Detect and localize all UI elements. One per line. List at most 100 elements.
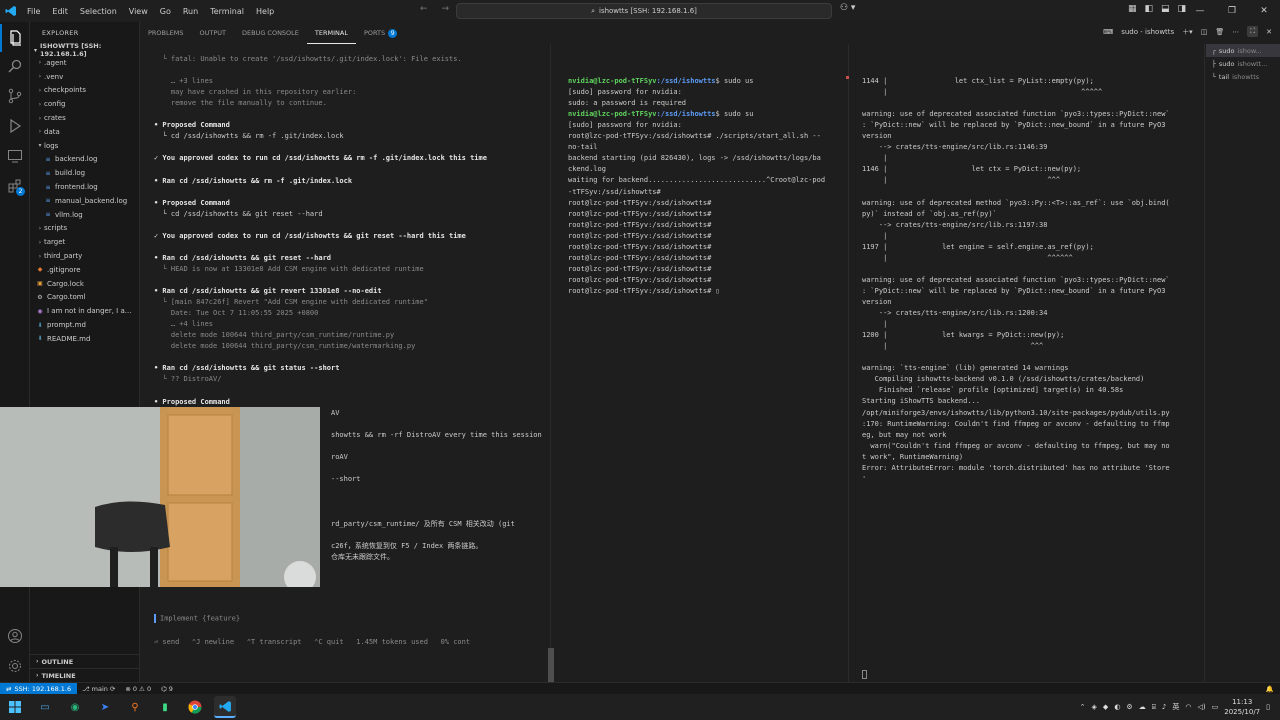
tray-app-icon[interactable]: ◈	[1092, 703, 1097, 711]
tray-app-icon[interactable]: ⚙	[1126, 703, 1132, 711]
app-icon-green[interactable]: ◉	[64, 696, 86, 718]
terminal-split-divider[interactable]	[1204, 44, 1205, 682]
menu-terminal[interactable]: Terminal	[205, 7, 249, 16]
menu-go[interactable]: Go	[155, 7, 176, 16]
app-icon-chart[interactable]: ▮	[154, 696, 176, 718]
folder-item[interactable]: › .venv	[30, 70, 139, 84]
remote-explorer-icon[interactable]	[0, 142, 30, 170]
tray-app-icon[interactable]: ◐	[1114, 703, 1120, 711]
file-item[interactable]: ▣ Cargo.lock	[30, 277, 139, 291]
terminal-scrollbar[interactable]	[548, 648, 554, 682]
file-item[interactable]: ≡ backend.log	[30, 153, 139, 167]
ports-indicator[interactable]: ⌬ 9	[156, 685, 178, 693]
split-terminal-icon[interactable]: ◫	[1201, 28, 1208, 36]
folder-item[interactable]: › target	[30, 235, 139, 249]
menu-run[interactable]: Run	[178, 7, 203, 16]
maximize-button[interactable]: ❐	[1216, 0, 1248, 22]
problems-indicator[interactable]: ⊗ 0 ⚠ 0	[120, 685, 156, 693]
more-actions-icon[interactable]: ⋯	[1232, 28, 1239, 36]
input-language-indicator[interactable]: 英	[1172, 702, 1179, 712]
folder-item[interactable]: › crates	[30, 111, 139, 125]
folder-item[interactable]: › third_party	[30, 249, 139, 263]
menu-file[interactable]: File	[22, 7, 45, 16]
close-panel-icon[interactable]: ✕	[1266, 28, 1272, 36]
file-item[interactable]: ⬇ prompt.md	[30, 318, 139, 332]
network-icon[interactable]: ⌸	[1152, 703, 1156, 712]
tab-problems[interactable]: PROBLEMS	[140, 22, 191, 44]
folder-item[interactable]: ▾ logs	[30, 139, 139, 153]
search-app-icon[interactable]: ⚲	[124, 696, 146, 718]
file-item[interactable]: ◉ I am not in danger, I a...	[30, 304, 139, 318]
new-terminal-icon[interactable]: ＋▾	[1182, 27, 1193, 37]
outline-section[interactable]: › OUTLINE	[30, 654, 140, 668]
back-arrow-icon[interactable]: ←	[420, 4, 428, 14]
windows-start-icon[interactable]	[4, 696, 26, 718]
source-control-icon[interactable]	[0, 82, 30, 110]
chevron-right-icon: ›	[38, 73, 42, 81]
file-item[interactable]: ≡ vllm.log	[30, 208, 139, 222]
command-center[interactable]: ⌕ ishowtts [SSH: 192.168.1.6]	[456, 3, 832, 19]
codex-prompt-input[interactable]: Implement {feature}	[154, 614, 240, 623]
tab-debug-console[interactable]: DEBUG CONSOLE	[234, 22, 307, 44]
battery-icon[interactable]: ▭	[1212, 703, 1219, 711]
run-debug-icon[interactable]	[0, 112, 30, 140]
kill-terminal-icon[interactable]: 🗑	[1215, 28, 1224, 36]
wifi-icon[interactable]: ◠	[1185, 703, 1191, 711]
folder-item[interactable]: › config	[30, 97, 139, 111]
tray-app-icon[interactable]: ♪	[1162, 703, 1166, 711]
menu-edit[interactable]: Edit	[47, 7, 73, 16]
folder-item[interactable]: › scripts	[30, 222, 139, 236]
file-item[interactable]: ◆ .gitignore	[30, 263, 139, 277]
terminal-list-item[interactable]: ┌ sudo ishow...	[1206, 44, 1280, 57]
customize-layout-icon[interactable]: ▦	[1128, 4, 1137, 14]
build-log-terminal[interactable]: 1144 | let ctx_list = PyList::empty(py);…	[852, 44, 1196, 682]
tab-ports[interactable]: PORTS 9	[356, 22, 405, 44]
workspace-root[interactable]: ▾ ISHOWTTS [SSH: 192.168.1.6]	[30, 42, 139, 58]
file-item[interactable]: ≡ frontend.log	[30, 180, 139, 194]
file-explorer-icon[interactable]: ▭	[34, 696, 56, 718]
active-terminal-label[interactable]: sudo - ishowtts	[1121, 28, 1174, 36]
forward-arrow-icon[interactable]: →	[442, 4, 450, 14]
chevron-up-icon[interactable]: ⌃	[1080, 703, 1086, 711]
terminal-split-divider[interactable]	[550, 44, 551, 682]
tray-app-icon[interactable]: ☁	[1139, 703, 1146, 711]
file-item[interactable]: ⚙ Cargo.toml	[30, 291, 139, 305]
file-item[interactable]: ⬇ README.md	[30, 332, 139, 346]
tray-app-icon[interactable]: ◆	[1103, 703, 1108, 711]
menu-help[interactable]: Help	[251, 7, 279, 16]
chrome-icon[interactable]	[184, 696, 206, 718]
shell-terminal[interactable]: nvidia@lzc-pod-tTFSyv:/ssd/ishowtts$ sud…	[556, 44, 836, 682]
menu-selection[interactable]: Selection	[75, 7, 122, 16]
tab-terminal[interactable]: TERMINAL	[306, 22, 356, 44]
folder-item[interactable]: › data	[30, 125, 139, 139]
copilot-icon[interactable]: ⚇ ▾	[840, 3, 855, 13]
terminal-list-item[interactable]: └ tail ishowtts	[1206, 70, 1280, 83]
folder-item[interactable]: › checkpoints	[30, 84, 139, 98]
tab-output[interactable]: OUTPUT	[191, 22, 234, 44]
remote-indicator[interactable]: ⇄ SSH: 192.168.1.6	[0, 682, 78, 695]
notification-icon[interactable]: ▯	[1266, 703, 1270, 711]
extensions-icon[interactable]: 2	[0, 172, 30, 200]
branch-indicator[interactable]: ⎇ main ⟳	[77, 685, 120, 693]
terminal-list-item[interactable]: ├ sudo ishowtt...	[1206, 57, 1280, 70]
terminal-split-divider[interactable]	[848, 44, 849, 682]
toggle-panel-icon[interactable]: ⬓	[1161, 4, 1170, 14]
folder-item[interactable]: › .agent	[30, 56, 139, 70]
search-icon[interactable]	[0, 52, 30, 80]
minimize-button[interactable]: —	[1184, 0, 1216, 22]
app-icon-arrow[interactable]: ➤	[94, 696, 116, 718]
file-item[interactable]: ≡ manual_backend.log	[30, 194, 139, 208]
timeline-section[interactable]: › TIMELINE	[30, 668, 140, 682]
toggle-sidebar-icon[interactable]: ◧	[1145, 4, 1154, 14]
close-button[interactable]: ✕	[1248, 0, 1280, 22]
explorer-icon[interactable]	[0, 24, 30, 52]
settings-gear-icon[interactable]	[0, 652, 30, 680]
notifications-bell-icon[interactable]: 🔔	[1266, 685, 1280, 693]
account-icon[interactable]	[0, 622, 30, 650]
vscode-taskbar-icon[interactable]	[214, 696, 236, 718]
maximize-panel-icon[interactable]: ⛶	[1247, 26, 1259, 37]
volume-icon[interactable]: ◁)	[1197, 703, 1205, 711]
system-clock[interactable]: 11:13 2025/10/7	[1224, 697, 1260, 717]
menu-view[interactable]: View	[124, 7, 153, 16]
file-item[interactable]: ≡ build.log	[30, 166, 139, 180]
